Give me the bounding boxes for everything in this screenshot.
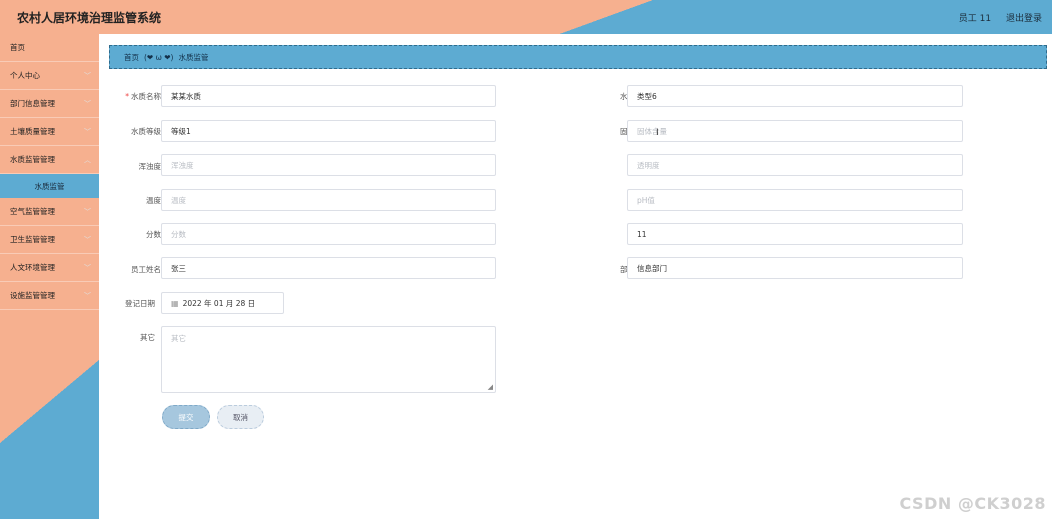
employee-name-input[interactable]: 张三 [161,257,496,279]
chevron-down-icon: ﹀ [84,99,91,108]
main-content: 首页 (❤ ω ❤) 水质监管 *水质名称 某某水质 水质类型 类型6 水质等级… [99,34,1052,519]
header-user-area: 员工 11 退出登录 [947,11,1042,24]
sidebar-item-home[interactable]: 首页 [0,34,99,62]
top-header: 农村人居环境治理监管系统 员工 11 退出登录 [0,0,1052,34]
turbidity-label: 浑浊度 [138,162,162,171]
required-marker: * [125,92,129,101]
sidebar: 首页 个人中心 ﹀ 部门信息管理 ﹀ 土壤质量管理 ﹀ 水质监管管理 ︿ 水质监… [0,34,99,519]
transparency-input[interactable]: 透明度 [627,154,963,176]
calendar-icon: ▦ [171,298,179,308]
sidebar-item-air[interactable]: 空气监管管理 ﹀ [0,198,99,226]
employee-no-input[interactable]: 11 [627,223,963,245]
chevron-down-icon: ﹀ [84,127,91,136]
sidebar-item-water[interactable]: 水质监管管理 ︿ [0,146,99,174]
register-date-value: 2022 年 01 月 28 日 [182,298,256,308]
sidebar-item-culture[interactable]: 人文环境管理 ﹀ [0,254,99,282]
sidebar-item-soil[interactable]: 土壤质量管理 ﹀ [0,118,99,146]
other-textarea[interactable]: 其它 ◢ [161,326,496,393]
sidebar-item-label: 设施监管管理 [10,291,55,300]
water-type-input[interactable]: 类型6 [627,85,963,107]
chevron-down-icon: ﹀ [84,291,91,300]
logout-link[interactable]: 退出登录 [1006,14,1042,24]
app-title: 农村人居环境治理监管系统 [17,11,162,25]
watermark: CSDN @CK3028 [899,494,1046,513]
sidebar-item-label: 空气监管管理 [10,207,55,216]
breadcrumb-current: 水质监管 [178,52,209,62]
other-placeholder: 其它 [171,334,186,343]
water-name-label: * 水质名称 [125,92,161,101]
department-input[interactable]: 信息部门 [627,257,963,279]
register-date-label: 登记日期 [125,299,155,308]
water-level-input[interactable]: 等级1 [161,120,496,142]
sidebar-item-label: 卫生监管管理 [10,235,55,244]
chevron-down-icon: ﹀ [84,263,91,272]
breadcrumb-home[interactable]: 首页 [124,52,139,63]
text-cursor-icon: I [656,128,659,138]
temperature-label: 温度 [146,196,161,205]
score-label: 分数 [146,230,161,239]
user-label: 员工 11 [958,14,992,24]
sidebar-item-hygiene[interactable]: 卫生监管管理 ﹀ [0,226,99,254]
breadcrumb: 首页 (❤ ω ❤) 水质监管 [109,45,1047,69]
sidebar-item-label: 人文环境管理 [10,263,55,272]
score-input[interactable]: 分数 [161,223,496,245]
chevron-up-icon: ︿ [84,155,91,164]
sidebar-item-label: 部门信息管理 [10,99,55,108]
chevron-down-icon: ﹀ [84,71,91,80]
water-name-input[interactable]: 某某水质 [161,85,496,107]
register-date-picker[interactable]: ▦ 2022 年 01 月 28 日 [161,292,284,314]
solid-content-input[interactable]: 固体含量 [627,120,963,142]
other-label: 其它 [140,333,155,342]
sidebar-item-label: 个人中心 [10,71,40,80]
temperature-input[interactable]: 温度 [161,189,496,211]
sidebar-subitem-water-supervision[interactable]: 水质监管 [0,174,99,198]
sidebar-item-personal-center[interactable]: 个人中心 ﹀ [0,62,99,90]
sidebar-item-label: 土壤质量管理 [10,127,55,136]
sidebar-item-label: 首页 [10,43,25,52]
resize-grip-icon[interactable]: ◢ [488,383,493,391]
breadcrumb-separator: (❤ ω ❤) [144,52,174,62]
sidebar-item-department[interactable]: 部门信息管理 ﹀ [0,90,99,118]
employee-name-label: 员工姓名 [131,265,161,274]
ph-input[interactable]: pH值 [627,189,963,211]
sidebar-item-label: 水质监管管理 [10,155,55,164]
sidebar-item-facility[interactable]: 设施监管管理 ﹀ [0,282,99,310]
chevron-down-icon: ﹀ [84,235,91,244]
submit-button[interactable]: 提交 [162,405,210,429]
cancel-button[interactable]: 取消 [217,405,264,429]
turbidity-input[interactable]: 浑浊度 [161,154,496,176]
chevron-down-icon: ﹀ [84,207,91,216]
water-level-label: 水质等级 [131,127,161,136]
sidebar-subitem-label: 水质监管 [34,181,65,191]
